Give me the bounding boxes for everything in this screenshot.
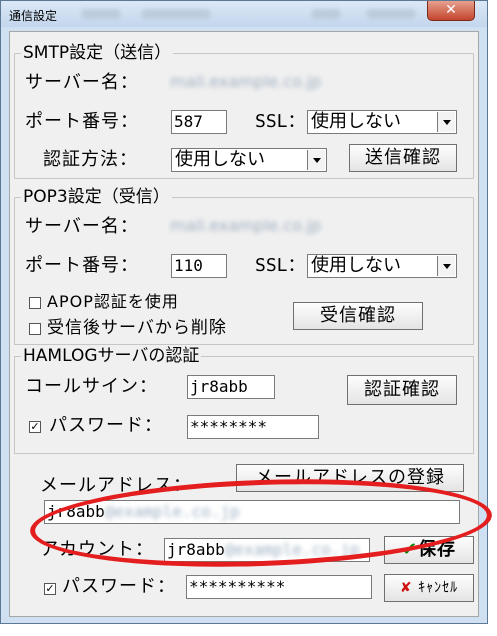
apop-label: APOP認証を使用 <box>47 292 179 311</box>
delete-after-receive-checkbox[interactable] <box>29 323 41 335</box>
pop3-ssl-select[interactable]: 使用しない <box>307 254 457 278</box>
account-input[interactable]: jr8abb@example.co.jp <box>164 538 370 562</box>
smtp-auth-select[interactable]: 使用しない <box>171 148 327 172</box>
send-check-button[interactable]: 送信確認 <box>349 144 457 172</box>
window-title: 通信設定 <box>9 9 58 23</box>
smtp-server-input[interactable]: mail.example.co.jp <box>167 70 455 94</box>
recv-check-button[interactable]: 受信確認 <box>293 302 423 330</box>
pop3-group: POP3設定（受信） サーバー名： mail.example.co.jp ポート… <box>14 187 474 345</box>
email-label: メールアドレス： <box>40 475 192 496</box>
hamlog-password-input[interactable]: ******** <box>187 415 319 439</box>
cancel-button[interactable]: ✘ ｷｬﾝｾﾙ <box>384 574 474 602</box>
auth-check-button[interactable]: 認証確認 <box>347 375 457 405</box>
dialog-window: 通信設定 ✕ SMTP設定（送信） サーバー名： mail.example.co… <box>0 0 488 624</box>
callsign-input[interactable]: jr8abb <box>187 375 275 399</box>
pop3-ssl-label: SSL： <box>255 255 306 276</box>
register-email-button[interactable]: メールアドレスの登録 <box>236 464 464 492</box>
save-button[interactable]: ✔保存 <box>384 536 474 564</box>
smtp-ssl-label: SSL： <box>255 111 306 132</box>
pop3-server-label: サーバー名： <box>25 216 139 237</box>
close-icon: ✕ <box>445 2 457 18</box>
title-bar[interactable]: 通信設定 ✕ <box>1 1 487 27</box>
dialog-body: SMTP設定（送信） サーバー名： mail.example.co.jp ポート… <box>9 31 479 617</box>
chevron-down-icon[interactable] <box>437 112 455 132</box>
hamlog-legend: HAMLOGサーバの認証 <box>21 346 202 366</box>
delete-after-receive-label: 受信後サーバから削除 <box>47 318 227 338</box>
smtp-legend: SMTP設定（送信） <box>21 43 174 63</box>
hamlog-password-checkbox[interactable]: ✓ <box>29 421 41 433</box>
callsign-label: コールサイン： <box>25 376 158 397</box>
smtp-group: SMTP設定（送信） サーバー名： mail.example.co.jp ポート… <box>14 43 474 179</box>
pop3-server-input[interactable]: mail.example.co.jp <box>167 214 455 238</box>
blurred-taskbar-text <box>366 9 416 19</box>
smtp-port-label: ポート番号： <box>25 111 139 132</box>
smtp-auth-label: 認証方法： <box>43 149 138 170</box>
apop-checkbox[interactable] <box>29 297 41 309</box>
close-button[interactable]: ✕ <box>427 1 475 21</box>
smtp-server-label: サーバー名： <box>25 72 139 93</box>
pop3-legend: POP3設定（受信） <box>21 187 172 207</box>
hamlog-password-label: パスワード： <box>49 415 163 436</box>
cross-icon: ✘ <box>399 580 413 596</box>
smtp-ssl-select[interactable]: 使用しない <box>307 110 457 134</box>
blurred-taskbar-text <box>141 9 211 19</box>
checkmark-icon: ✔ <box>401 539 419 560</box>
email-input[interactable]: jr8abb@example.co.jp <box>44 500 460 524</box>
pop3-port-input[interactable]: 110 <box>171 254 227 278</box>
blurred-taskbar-text <box>311 9 341 19</box>
pop3-port-label: ポート番号： <box>25 255 139 276</box>
account-password-checkbox[interactable]: ✓ <box>44 583 56 595</box>
account-password-label: パスワード： <box>62 576 176 597</box>
smtp-port-input[interactable]: 587 <box>171 110 227 134</box>
hamlog-group: HAMLOGサーバの認証 コールサイン： jr8abb 認証確認 ✓ パスワード… <box>14 346 474 454</box>
blurred-taskbar-text <box>81 9 121 19</box>
account-label: アカウント： <box>40 539 154 560</box>
chevron-down-icon[interactable] <box>437 256 455 276</box>
chevron-down-icon[interactable] <box>307 150 325 170</box>
account-password-input[interactable]: ********** <box>186 575 372 599</box>
